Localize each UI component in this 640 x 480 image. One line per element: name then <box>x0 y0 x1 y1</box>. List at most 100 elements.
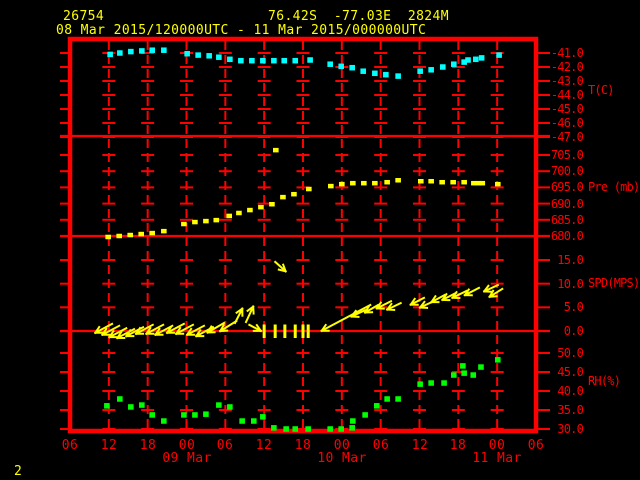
y-tick-label: 40.0 <box>557 384 584 398</box>
pressure-point <box>417 178 424 184</box>
humidity-point <box>478 364 484 370</box>
y-tick-label: 680.0 <box>550 229 584 243</box>
wind-arrow <box>233 307 244 325</box>
y-tick-label: -47.0 <box>550 130 584 144</box>
x-tick-label: 18 <box>449 438 467 453</box>
temperature-point <box>451 61 457 67</box>
humidity-point <box>283 426 289 432</box>
temperature-point <box>478 55 485 61</box>
pressure-point <box>161 228 167 234</box>
temperature-point <box>271 57 277 64</box>
x-tick-label: 12 <box>411 438 429 453</box>
y-tick-label: 10.0 <box>557 277 584 291</box>
wind-calm-mark <box>293 324 297 338</box>
y-tick-label: 35.0 <box>557 403 584 417</box>
humidity-point <box>192 412 198 418</box>
wind-calm-mark <box>283 324 287 338</box>
temperature-point <box>260 57 266 64</box>
pressure-point <box>291 191 297 197</box>
pressure-point <box>479 180 486 186</box>
x-tick-label: 18 <box>294 438 312 453</box>
temperature-point <box>383 71 389 78</box>
x-date-label: 10 Mar <box>317 451 367 466</box>
y-tick-label: -46.0 <box>550 116 584 130</box>
humidity-point <box>384 396 390 402</box>
y-tick-label: 15.0 <box>557 253 584 267</box>
x-tick-label: 18 <box>139 438 157 453</box>
temperature-point <box>107 51 113 58</box>
temperature-point <box>281 57 288 64</box>
humidity-point <box>495 357 501 363</box>
humidity-point <box>161 418 167 424</box>
wind-calm-mark <box>262 324 266 338</box>
pressure-point <box>181 221 187 227</box>
humidity-point <box>181 412 187 418</box>
y-tick-label: -43.0 <box>550 74 584 88</box>
y-tick-label: 700.0 <box>550 164 584 178</box>
wind-calm-mark <box>273 324 277 338</box>
pressure-point <box>236 210 242 216</box>
pressure-point <box>149 230 155 236</box>
humidity-point <box>260 414 266 420</box>
pressure-point <box>350 180 356 186</box>
y-tick-label: 50.0 <box>557 346 584 360</box>
pressure-point <box>361 180 367 186</box>
y-tick-label: 0.0 <box>563 324 584 338</box>
humidity-point <box>305 426 311 432</box>
pressure-point <box>105 234 111 240</box>
x-tick-label: 06 <box>527 438 545 453</box>
humidity-point <box>373 403 380 409</box>
humidity-axis-title: RH(%) <box>588 374 621 388</box>
pressure-point <box>127 232 133 238</box>
y-tick-label: -41.0 <box>550 46 584 60</box>
pressure-point <box>384 179 390 185</box>
time-period: 08 Mar 2015/120000UTC - 11 Mar 2015/0000… <box>56 23 427 38</box>
x-date-label: 11 Mar <box>472 451 522 466</box>
humidity-point <box>338 426 344 432</box>
wind-arrow <box>385 301 403 312</box>
pressure-point <box>213 217 220 223</box>
temperature-point <box>249 57 255 64</box>
x-tick-label: 12 <box>100 438 118 453</box>
pressure-point <box>306 186 312 192</box>
humidity-point <box>460 363 466 369</box>
wind-calm-mark <box>306 324 310 338</box>
x-tick-label: 06 <box>61 438 79 453</box>
wind-arrow <box>218 319 238 333</box>
humidity-point <box>451 372 457 378</box>
pressure-point <box>339 181 345 187</box>
temperature-point <box>206 53 212 59</box>
pressure-point <box>226 213 233 219</box>
x-tick-label: 06 <box>372 438 390 453</box>
pressure-point <box>372 180 378 186</box>
wind-arrow <box>273 260 288 273</box>
wind-speed-axis-title: SPD(MPS) <box>588 276 640 290</box>
pressure-point <box>116 233 122 239</box>
y-tick-label: 45.0 <box>557 365 584 379</box>
temperature-point <box>128 48 134 55</box>
temperature-point <box>216 54 222 60</box>
humidity-point <box>292 426 299 432</box>
humidity-point <box>461 370 467 376</box>
pressure-point <box>280 194 286 200</box>
temperature-point <box>307 57 313 63</box>
temperature-point <box>161 47 167 53</box>
temperature-point <box>417 68 423 74</box>
humidity-point <box>251 418 257 424</box>
page-number: 2 <box>14 464 23 479</box>
humidity-point <box>216 402 222 408</box>
humidity-point <box>139 402 145 408</box>
y-tick-label: -45.0 <box>550 102 584 116</box>
x-date-label: 09 Mar <box>162 451 212 466</box>
temperature-point <box>360 68 366 74</box>
x-tick-label: 12 <box>255 438 273 453</box>
pressure-point <box>203 218 209 224</box>
wind-arrow <box>244 305 255 324</box>
station-coordinates: 76.42S -77.03E 2824M <box>268 9 449 24</box>
temperature-point <box>292 57 299 64</box>
humidity-point <box>117 396 123 402</box>
pressure-point <box>461 179 467 185</box>
humidity-point <box>349 425 355 431</box>
temperature-point <box>149 47 155 53</box>
humidity-point <box>417 381 423 387</box>
